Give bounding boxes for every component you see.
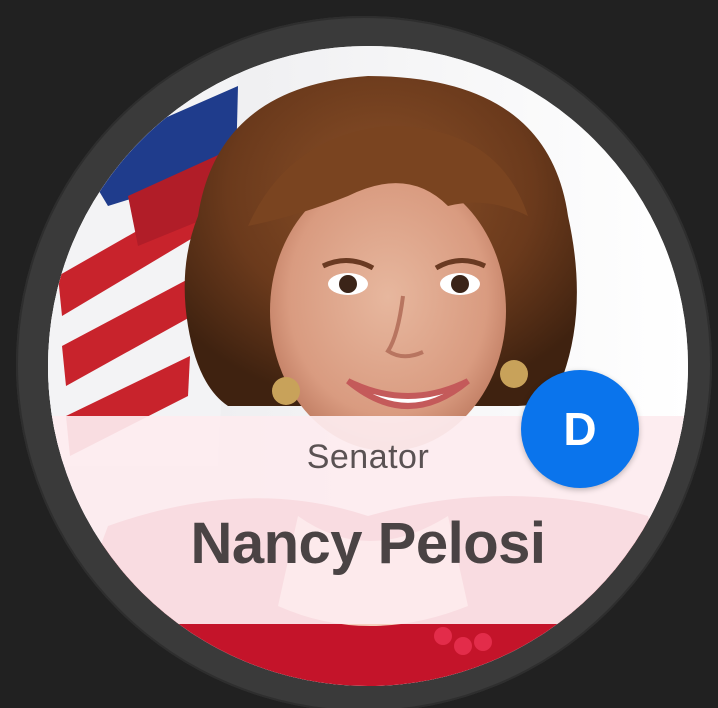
- senator-name: Nancy Pelosi: [190, 511, 546, 576]
- face: [270, 171, 506, 451]
- party-badge[interactable]: D: [521, 370, 639, 488]
- watch-face: Senator Nancy Pelosi D: [0, 0, 718, 708]
- round-screen[interactable]: Senator Nancy Pelosi D: [48, 46, 688, 686]
